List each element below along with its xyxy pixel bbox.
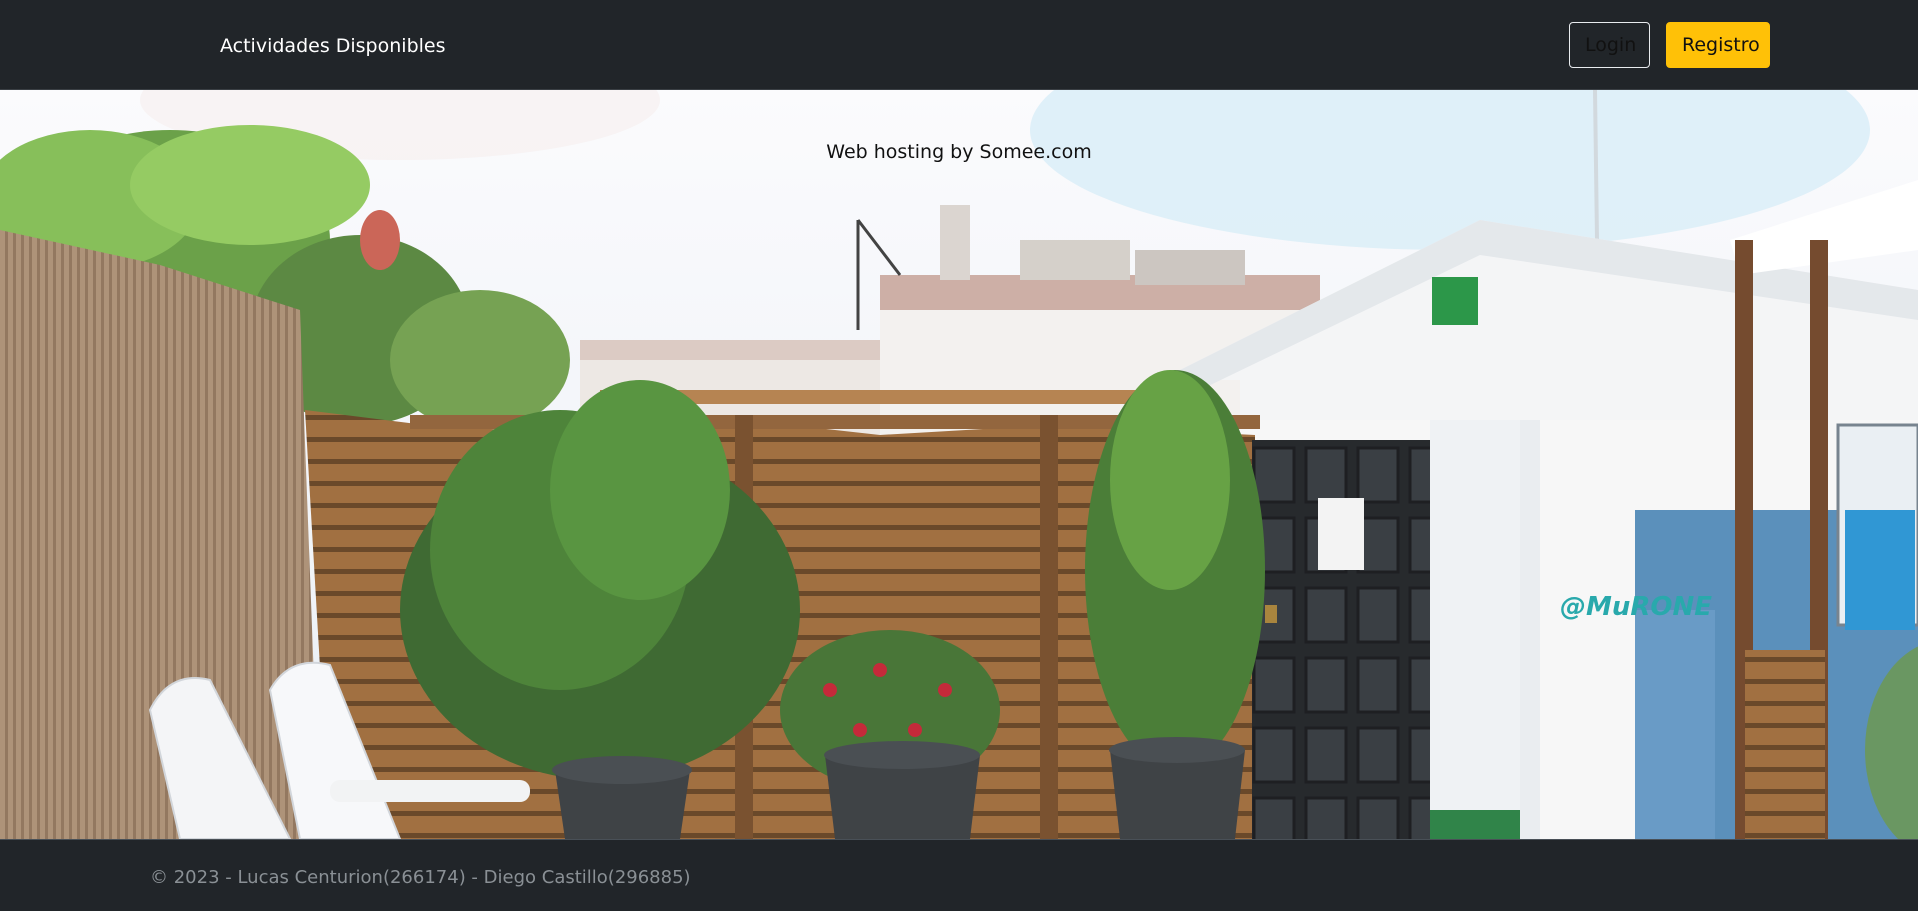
- registro-button[interactable]: Registro: [1666, 22, 1770, 68]
- footer-copyright: © 2023 - Lucas Centurion(266174) - Diego…: [150, 867, 691, 888]
- top-navbar: Actividades Disponibles Login Registro: [0, 0, 1918, 90]
- page-footer: © 2023 - Lucas Centurion(266174) - Diego…: [0, 839, 1918, 911]
- hosting-banner: Web hosting by Somee.com: [826, 141, 1092, 163]
- brand-link[interactable]: Actividades Disponibles: [220, 34, 446, 58]
- patio-photo: @MuRONE: [0, 90, 1918, 839]
- login-button[interactable]: Login: [1569, 22, 1650, 68]
- hero-banner: @MuRONE Web hosting by Somee.com: [0, 90, 1918, 839]
